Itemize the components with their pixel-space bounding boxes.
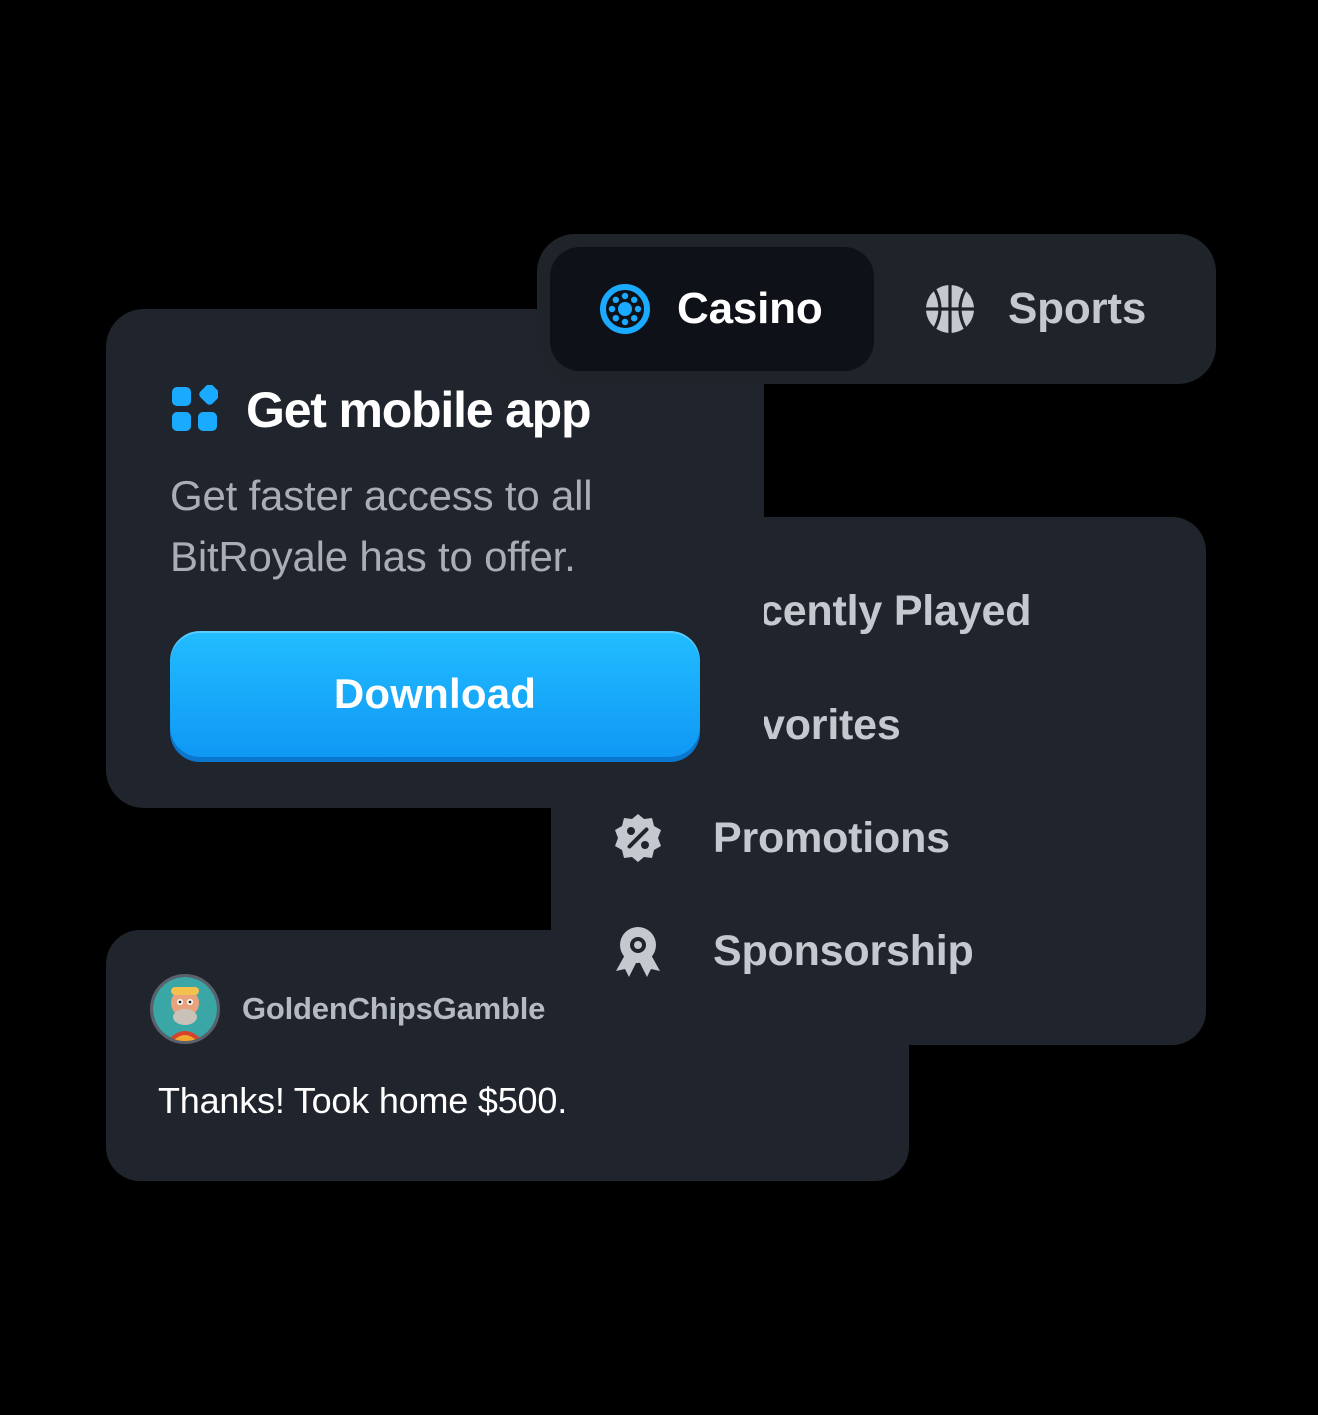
discount-badge-icon bbox=[611, 811, 665, 865]
review-header: GoldenChipsGamble bbox=[150, 974, 545, 1044]
menu-item-label: Promotions bbox=[713, 813, 950, 862]
reviewer-name: GoldenChipsGamble bbox=[242, 991, 546, 1026]
download-button[interactable]: Download bbox=[170, 631, 700, 757]
tab-casino[interactable]: Casino bbox=[550, 247, 874, 371]
menu-item-label: Sponsorship bbox=[713, 926, 974, 975]
avatar[interactable] bbox=[150, 974, 220, 1044]
menu-item-promotions[interactable]: Promotions bbox=[551, 808, 1206, 868]
app-card-description: Get faster access to all BitRoyale has t… bbox=[170, 472, 593, 580]
tab-label: Sports bbox=[1008, 284, 1147, 333]
roulette-icon bbox=[598, 282, 652, 336]
basketball-icon bbox=[923, 282, 977, 336]
tab-sports[interactable]: Sports bbox=[887, 247, 1197, 371]
award-ribbon-icon bbox=[611, 924, 665, 978]
tab-label: Casino bbox=[677, 284, 823, 333]
menu-item-label: cently Played bbox=[759, 586, 1032, 635]
app-card-title: Get mobile app bbox=[246, 382, 592, 438]
avatar-image bbox=[153, 977, 217, 1041]
apps-grid-icon bbox=[172, 383, 220, 436]
menu-item-sponsorship[interactable]: Sponsorship bbox=[551, 921, 1206, 981]
app-title-row: Get mobile app bbox=[172, 381, 592, 439]
tabs-bar: Casino Sports bbox=[537, 234, 1216, 384]
menu-item-label: vorites bbox=[761, 700, 901, 749]
review-message: Thanks! Took home $500. bbox=[158, 1080, 567, 1121]
